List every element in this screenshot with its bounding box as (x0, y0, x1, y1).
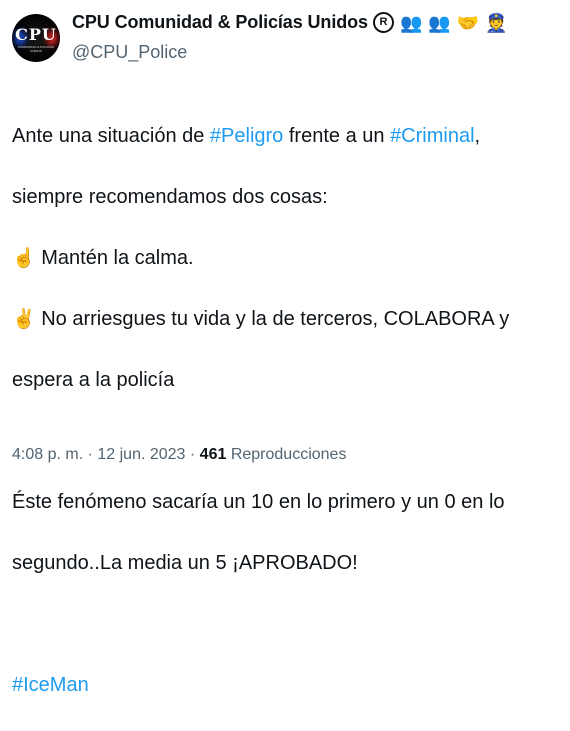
tweet-date-link[interactable]: 12 jun. 2023 (97, 446, 185, 463)
tweet-line: siempre recomendamos dos cosas: (12, 185, 328, 208)
handshake-emoji-icon: 🤝 (456, 12, 480, 33)
tweet-line: #IceMan (12, 670, 560, 701)
registered-mark-icon: R (372, 12, 394, 33)
avatar[interactable]: CPU COMUNIDAD & POLICÍAS UNIDOS (12, 14, 60, 62)
name-row: CPU Comunidad & Policías Unidos R 👥 👥 🤝 … (72, 12, 508, 33)
tweet-text: Ante una situación de #Peligro frente a … (12, 90, 560, 731)
tweet-line: Éste fenómeno sacaría un 10 en lo primer… (12, 490, 505, 513)
tweet-header: CPU COMUNIDAD & POLICÍAS UNIDOS CPU Comu… (12, 10, 558, 70)
tweet-line: espera a la policía (12, 368, 175, 391)
tweet-line: Ante una situación de #Peligro frente a … (12, 124, 481, 147)
tweet-meta: 4:08 p. m. · 12 jun. 2023 · 461 Reproduc… (12, 446, 346, 464)
avatar-logo-subtext: COMUNIDAD & POLICÍAS UNIDOS (17, 45, 54, 53)
tweet-time-link[interactable]: 4:08 p. m. (12, 446, 83, 463)
hashtag-iceman-link[interactable]: #IceMan (12, 674, 89, 696)
victory-hand-emoji-icon: ✌️ (12, 308, 36, 330)
views-count: 461 (199, 446, 227, 463)
tweet-line: ☝️ Mantén la calma. (12, 246, 194, 269)
tweet-line: ✌️ No arriesgues tu vida y la de tercero… (12, 307, 510, 330)
hashtag-peligro-link[interactable]: #Peligro (210, 125, 283, 147)
tweet-line: segundo..La media un 5 ¡APROBADO! (12, 551, 358, 574)
index-pointing-up-emoji-icon: ☝️ (12, 247, 36, 269)
separator-dot: · (185, 446, 200, 463)
people-emoji-icon: 👥 (428, 12, 451, 33)
user-handle[interactable]: @CPU_Police (72, 42, 187, 63)
avatar-logo-text: CPU (15, 25, 57, 44)
display-name[interactable]: CPU Comunidad & Policías Unidos (72, 12, 368, 33)
separator-dot: · (83, 446, 98, 463)
hashtag-criminal-link[interactable]: #Criminal (390, 125, 474, 147)
people-emoji-icon: 👥 (399, 12, 423, 33)
views-label: Reproducciones (226, 446, 347, 463)
police-officer-emoji-icon: 👮 (485, 12, 508, 33)
